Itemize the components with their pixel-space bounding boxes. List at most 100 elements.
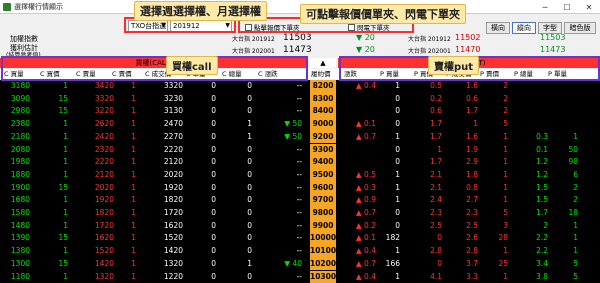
call-cell-c4[interactable]: 1 — [112, 118, 136, 131]
put-cell-p5[interactable]: 1 — [480, 169, 508, 182]
call-cell-c6[interactable]: 0 — [186, 80, 216, 93]
call-cell-c7[interactable]: 0 — [222, 156, 252, 169]
call-cell-c7[interactable]: 1 — [222, 131, 252, 144]
call-cell-c5[interactable]: 1520 — [145, 232, 183, 245]
put-cell-p3[interactable]: 4.1 — [408, 271, 442, 283]
call-cell-c1[interactable]: 1680 — [4, 194, 30, 207]
call-cell-c1[interactable]: 1480 — [4, 220, 30, 233]
put-cell-p3[interactable]: 2.1 — [408, 182, 442, 195]
put-cell-p2[interactable]: 0 — [378, 156, 400, 169]
call-cell-c3[interactable]: 1420 — [76, 258, 114, 271]
call-cell-c7[interactable]: 0 — [222, 194, 252, 207]
put-cell-p1[interactable]: ▲ 0.4 — [340, 271, 376, 283]
table-row[interactable]: 1680 1 1920 1 1820 0 0 -- 9700 ▲ 0.9 1 2.4 2.7 1 1.5 2 — [0, 194, 600, 207]
maximize-icon[interactable]: ☐ — [556, 0, 578, 14]
put-cell-p4[interactable]: 0.6 — [444, 93, 478, 106]
call-cell-c1[interactable]: 1900 — [4, 182, 30, 195]
put-cell-p2[interactable]: 166 — [378, 258, 400, 271]
put-cell-p3[interactable]: 2.8 — [408, 245, 442, 258]
call-cell-c2[interactable]: 15 — [40, 93, 68, 106]
call-cell-c7[interactable]: 0 — [222, 182, 252, 195]
call-cell-c8[interactable]: -- — [258, 271, 302, 283]
call-cell-c4[interactable]: 1 — [112, 93, 136, 106]
call-cell-c5[interactable]: 3230 — [145, 93, 183, 106]
call-cell-c4[interactable]: 1 — [112, 232, 136, 245]
put-cell-p6[interactable]: 1.2 — [514, 156, 548, 169]
put-cell-p1[interactable]: ▲ 0.4 — [340, 80, 376, 93]
call-cell-c5[interactable]: 3130 — [145, 105, 183, 118]
table-row[interactable]: 1300 15 1420 1 1320 0 1 ▼ 40 10200 ▲ 0.7 166 0 3.7 25… — [0, 257, 600, 271]
call-cell-c3[interactable]: 3320 — [76, 93, 114, 106]
put-cell-p6[interactable]: 0.1 — [514, 144, 548, 157]
call-cell-c3[interactable]: 2020 — [76, 182, 114, 195]
put-cell-p7[interactable]: 2 — [548, 182, 578, 195]
call-cell-c7[interactable]: 0 — [222, 93, 252, 106]
call-cell-c4[interactable]: 1 — [112, 207, 136, 220]
put-cell-p3[interactable]: 1.7 — [408, 156, 442, 169]
table-row[interactable]: 3090 15 3320 1 3230 0 0 -- 8300 0 0.2 0.6 2 — [0, 92, 600, 106]
put-cell-p1[interactable]: ▲ 0.7 — [340, 131, 376, 144]
call-cell-c3[interactable]: 3220 — [76, 105, 114, 118]
table-row[interactable]: 2980 15 3220 1 3130 0 0 -- 8400 0 0.6 1.7 2 — [0, 105, 600, 119]
call-cell-c8[interactable]: -- — [258, 182, 302, 195]
put-cell-p7[interactable]: 18 — [548, 207, 578, 220]
call-cell-c3[interactable]: 1720 — [76, 220, 114, 233]
put-cell-p4[interactable]: 2.9 — [444, 156, 478, 169]
put-cell-p5[interactable]: 1 — [480, 144, 508, 157]
put-cell-p3[interactable]: 0 — [408, 258, 442, 271]
put-cell-p7[interactable]: 6 — [548, 169, 578, 182]
put-cell-p5[interactable]: 1 — [480, 271, 508, 283]
put-cell-p5[interactable]: 1 — [480, 131, 508, 144]
call-cell-c7[interactable]: 1 — [222, 118, 252, 131]
call-cell-c1[interactable]: 1300 — [4, 258, 30, 271]
table-row[interactable]: 1880 1 2120 1 2020 0 0 -- 9500 ▲ 0.5 1 2.1 1.8 1 1.2 6 — [0, 168, 600, 182]
call-cell-c2[interactable]: 1 — [40, 245, 68, 258]
call-cell-c2[interactable]: 1 — [40, 207, 68, 220]
put-cell-p1[interactable]: ▲ 0.4 — [340, 245, 376, 258]
call-cell-c4[interactable]: 1 — [112, 194, 136, 207]
call-cell-c6[interactable]: 0 — [186, 144, 216, 157]
call-cell-c3[interactable]: 3420 — [76, 80, 114, 93]
call-cell-c2[interactable]: 1 — [40, 80, 68, 93]
call-cell-c2[interactable]: 1 — [40, 131, 68, 144]
call-cell-c1[interactable]: 1180 — [4, 271, 30, 283]
table-row[interactable]: 1180 1 1320 1 1220 0 0 -- 10300 ▲ 0.4 1 4.1 3.3 1 3.8 5 — [0, 270, 600, 283]
put-cell-p3[interactable]: 0 — [408, 232, 442, 245]
call-cell-c3[interactable]: 1620 — [76, 232, 114, 245]
put-cell-p1[interactable]: ▲ 0.7 — [340, 258, 376, 271]
call-cell-c4[interactable]: 1 — [112, 144, 136, 157]
put-cell-p3[interactable]: 0.6 — [408, 105, 442, 118]
call-cell-c1[interactable]: 3090 — [4, 93, 30, 106]
call-cell-c1[interactable]: 1380 — [4, 245, 30, 258]
call-cell-c6[interactable]: 0 — [186, 207, 216, 220]
call-cell-c3[interactable]: 1520 — [76, 245, 114, 258]
table-row[interactable]: 1580 1 1820 1 1720 0 0 -- 9800 ▲ 0.7 0 2.3 2.3 5 1.7 18 — [0, 207, 600, 220]
put-cell-p2[interactable]: 1 — [378, 245, 400, 258]
call-cell-c4[interactable]: 1 — [112, 80, 136, 93]
call-cell-c7[interactable]: 0 — [222, 105, 252, 118]
call-cell-c8[interactable]: -- — [258, 80, 302, 93]
put-cell-p6[interactable]: 3.8 — [514, 271, 548, 283]
put-cell-p2[interactable]: 0 — [378, 220, 400, 233]
put-cell-p5[interactable]: 1 — [480, 245, 508, 258]
call-cell-c5[interactable]: 1820 — [145, 194, 183, 207]
call-cell-c5[interactable]: 2220 — [145, 144, 183, 157]
scroll-up-icon[interactable]: ▲ — [310, 58, 336, 68]
close-icon[interactable]: ✕ — [578, 0, 600, 14]
put-cell-p4[interactable]: 0.8 — [444, 182, 478, 195]
call-cell-c3[interactable]: 2420 — [76, 131, 114, 144]
put-cell-p1[interactable]: ▲ 0.2 — [340, 220, 376, 233]
put-cell-p3[interactable]: 2.4 — [408, 194, 442, 207]
call-cell-c7[interactable]: 0 — [222, 271, 252, 283]
call-cell-c3[interactable]: 2220 — [76, 156, 114, 169]
put-cell-p5[interactable]: 3 — [480, 220, 508, 233]
put-cell-p4[interactable]: 1.9 — [444, 144, 478, 157]
call-cell-c7[interactable]: 0 — [222, 232, 252, 245]
put-cell-p7[interactable]: 98 — [548, 156, 578, 169]
call-cell-c5[interactable]: 1420 — [145, 245, 183, 258]
put-cell-p7[interactable]: 1 — [548, 220, 578, 233]
call-cell-c7[interactable]: 0 — [222, 245, 252, 258]
call-cell-c8[interactable]: -- — [258, 93, 302, 106]
table-row[interactable]: 2080 1 2320 1 2220 0 0 -- 9300 0 1 1.9 1 0.1 50 — [0, 143, 600, 157]
call-cell-c1[interactable]: 1580 — [4, 207, 30, 220]
